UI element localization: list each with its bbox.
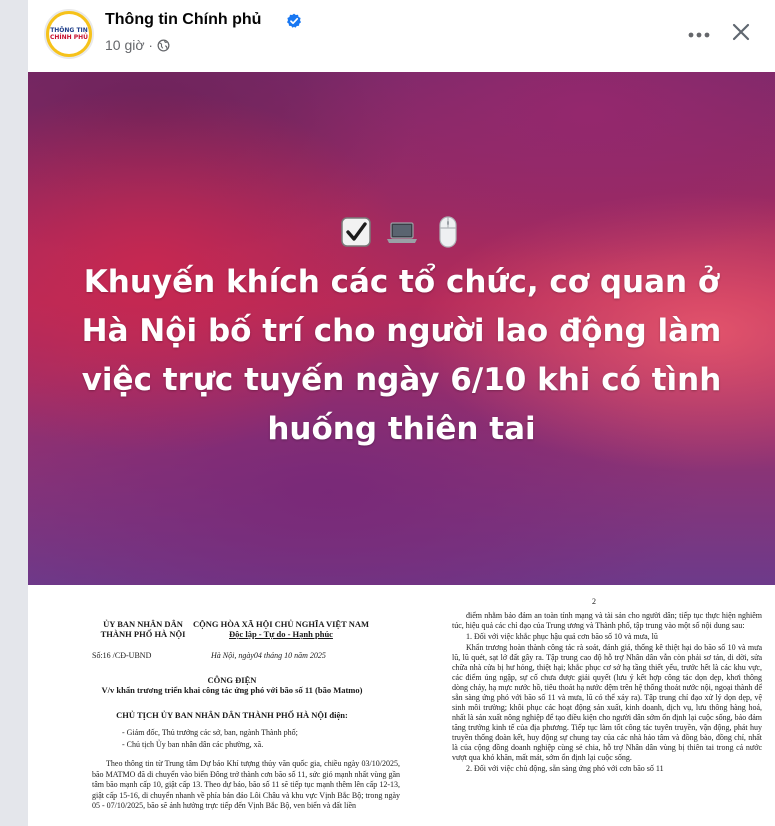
doc-body-page-1: Theo thông tin từ Trung tâm Dự báo Khí t…: [92, 759, 400, 810]
doc-number: Số:16 /CĐ-UBND: [92, 651, 152, 660]
meta-separator: ·: [148, 37, 153, 53]
laptop-icon: [386, 222, 417, 243]
computer-mouse-icon: [438, 216, 457, 248]
doc-motto-line: Độc lập - Tự do - Hạnh phúc: [229, 629, 333, 639]
post-meta: 10 giờ ·: [105, 37, 170, 53]
avatar-logo-text-bottom: CHÍNH PHỦ: [49, 34, 89, 41]
doc-date: Hà Nội, ngày04 tháng 10 năm 2025: [211, 651, 326, 660]
more-horizontal-icon: [688, 32, 710, 38]
doc-type-block: CÔNG ĐIỆN V/v khẩn trương triển khai côn…: [66, 675, 398, 695]
doc-section-heading: 2. Đối với việc chủ động, sẵn sàng ứng p…: [466, 764, 664, 773]
doc-issuer-line-1: ỦY BAN NHÂN DÂN: [103, 619, 183, 629]
doc-paragraph: Khẩn trương hoàn thành công tác rà soát,…: [452, 643, 762, 762]
doc-page-number: 2: [592, 597, 596, 606]
cover-headline: Khuyến khích các tổ chức, cơ quan ở Hà N…: [81, 264, 722, 447]
doc-nation-line: CỘNG HÒA XÃ HỘI CHỦ NGHĨA VIỆT NAM: [192, 619, 370, 629]
avatar[interactable]: THÔNG TIN CHÍNH PHỦ: [44, 9, 94, 59]
globe-icon[interactable]: [157, 39, 170, 52]
check-box-icon: [340, 217, 371, 247]
doc-issuer: ỦY BAN NHÂN DÂN THÀNH PHỐ HÀ NỘI: [78, 619, 208, 639]
page-name-link[interactable]: Thông tin Chính phủ: [105, 11, 261, 29]
post-card: THÔNG TIN CHÍNH PHỦ Thông tin Chính phủ …: [28, 0, 775, 826]
doc-issuer-line-2: THÀNH PHỐ HÀ NỘI: [100, 629, 186, 639]
doc-sender: CHỦ TỊCH ỦY BAN NHÂN DÂN THÀNH PHỐ HÀ NỘ…: [116, 710, 348, 720]
verified-badge-icon: [287, 13, 301, 28]
doc-body-page-2: điểm nhằm bảo đảm an toàn tính mạng và t…: [452, 611, 762, 775]
doc-subject: V/v khẩn trương triển khai công tác ứng …: [101, 685, 363, 695]
document-preview[interactable]: ỦY BAN NHÂN DÂN THÀNH PHỐ HÀ NỘI CỘNG HÒ…: [28, 585, 775, 826]
close-button[interactable]: [723, 14, 759, 50]
avatar-logo: THÔNG TIN CHÍNH PHỦ: [49, 14, 89, 54]
doc-paragraph: điểm nhằm bảo đảm an toàn tính mạng và t…: [452, 611, 762, 630]
avatar-logo-text-top: THÔNG TIN: [50, 27, 88, 34]
close-icon: [732, 23, 750, 41]
post-cover-image[interactable]: Khuyến khích các tổ chức, cơ quan ở Hà N…: [28, 72, 775, 585]
doc-recipients: - Giám đốc, Thủ trưởng các sở, ban, ngàn…: [122, 727, 298, 751]
post-header: THÔNG TIN CHÍNH PHỦ Thông tin Chính phủ …: [28, 0, 775, 72]
doc-recipient: - Chủ tịch Ủy ban nhân dân các phường, x…: [122, 740, 264, 749]
doc-national-header: CỘNG HÒA XÃ HỘI CHỦ NGHĨA VIỆT NAM Độc l…: [192, 619, 370, 639]
doc-recipient: - Giám đốc, Thủ trưởng các sở, ban, ngàn…: [122, 728, 298, 737]
cover-emoji-row: [28, 214, 775, 250]
doc-type: CÔNG ĐIỆN: [207, 675, 257, 685]
doc-section-heading: 1. Đối với việc khắc phục hậu quả cơn bã…: [466, 632, 658, 641]
more-options-button[interactable]: [681, 17, 717, 53]
post-time[interactable]: 10 giờ: [105, 37, 145, 53]
